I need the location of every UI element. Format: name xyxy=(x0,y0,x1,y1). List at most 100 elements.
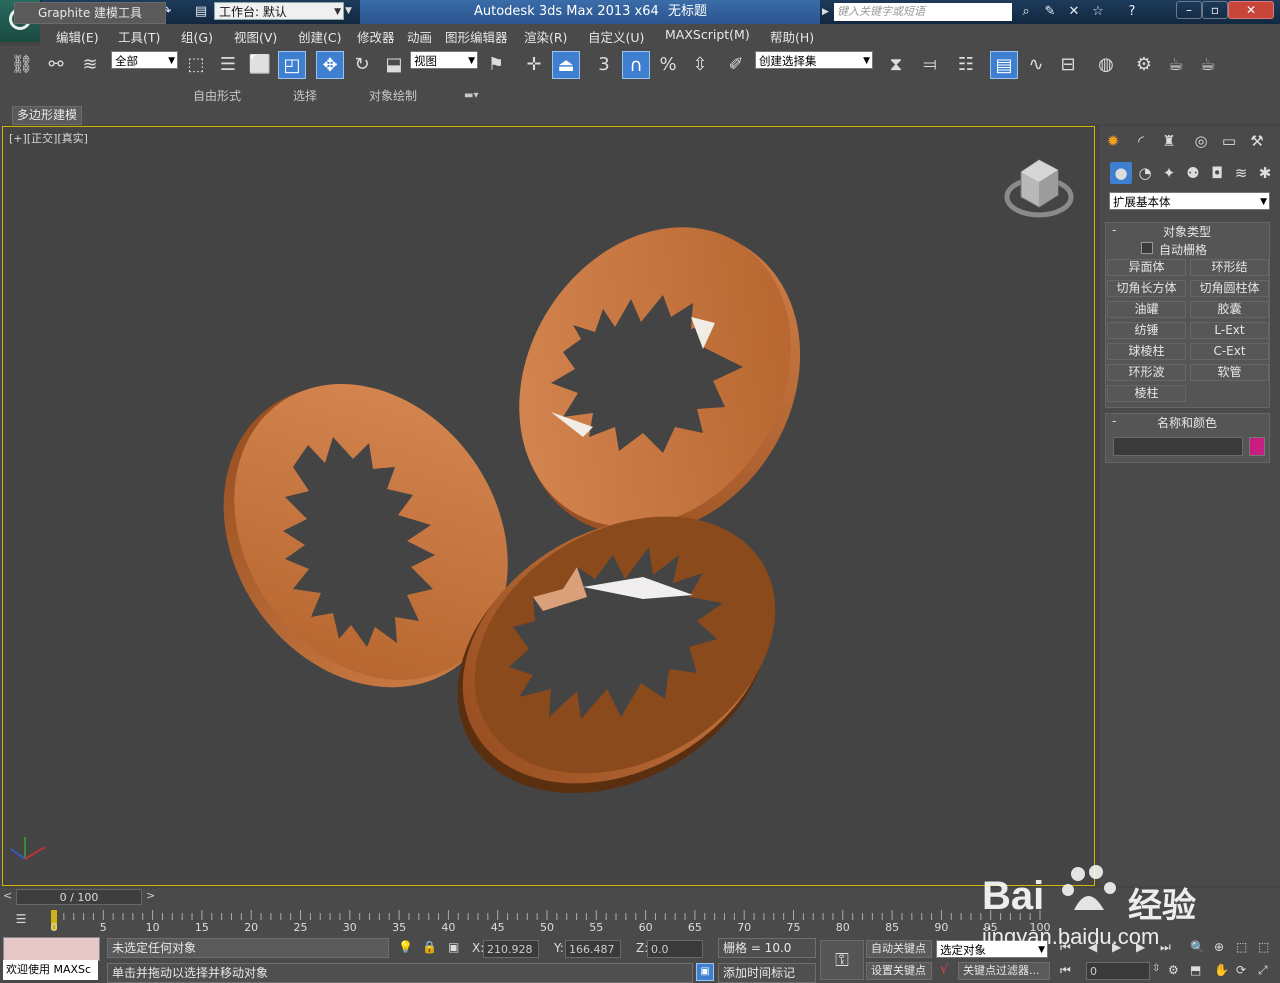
key-target-dropdown[interactable]: 选定对象 ▼ xyxy=(936,940,1048,958)
spindle-button[interactable]: 纺锤 xyxy=(1107,322,1186,339)
track-bar[interactable]: ☰ 0 5 10 15 20 25 30 35 40 45 50 55 60 65 70 75 80 85 90 95… xyxy=(0,908,1280,934)
select-scale-icon[interactable]: ⬓ xyxy=(380,51,408,79)
bind-space-warp-icon[interactable]: ≋ xyxy=(76,51,104,79)
menu-maxscript[interactable]: MAXScript(M) xyxy=(665,27,750,42)
zoom-icon[interactable]: 🔍 xyxy=(1190,940,1205,954)
ringwave-button[interactable]: 环形波 xyxy=(1107,364,1186,381)
chamfer-cyl-button[interactable]: 切角圆柱体 xyxy=(1190,280,1269,297)
hose-button[interactable]: 软管 xyxy=(1190,364,1269,381)
go-to-end-icon[interactable]: ⏭ xyxy=(1160,940,1171,955)
frame-spinner-icon[interactable]: ⇳ xyxy=(1152,963,1160,974)
polygon-modeling-panel[interactable]: 多边形建模 xyxy=(12,106,82,125)
help-icon[interactable]: ? xyxy=(1122,3,1142,21)
zoom-extents-all-icon[interactable]: ⬚ xyxy=(1258,940,1269,954)
select-by-name-icon[interactable]: ☰ xyxy=(214,51,242,79)
helpers-icon[interactable]: ◘ xyxy=(1206,162,1228,184)
graphite-toggle-icon[interactable]: ▤ xyxy=(990,51,1018,79)
absolute-mode-icon[interactable]: ▣ xyxy=(448,940,459,954)
utilities-tab-icon[interactable]: ⚒ xyxy=(1246,130,1268,152)
workspace-dropdown[interactable]: 工作台: 默认 ▼ xyxy=(214,2,344,20)
time-tag-icon[interactable]: ▣ xyxy=(696,963,714,981)
object-type-title[interactable]: 对象类型 xyxy=(1163,223,1211,240)
name-color-title[interactable]: 名称和颜色 xyxy=(1157,414,1217,431)
hierarchy-tab-icon[interactable]: ♜ xyxy=(1158,130,1180,152)
maxscript-listener-mini[interactable] xyxy=(3,937,100,961)
material-editor-icon[interactable]: ◍ xyxy=(1092,51,1120,79)
search-input[interactable]: 键入关键字或短语 xyxy=(834,3,1012,21)
project-folder-icon[interactable]: ▤ xyxy=(192,3,210,21)
isolate-selection-icon[interactable]: 💡 xyxy=(398,940,413,954)
space-warps-icon[interactable]: ≋ xyxy=(1230,162,1252,184)
orbit-icon[interactable]: ⟳ xyxy=(1236,963,1246,977)
set-key-icon[interactable]: ⚿ xyxy=(820,940,864,980)
rollout-collapse-icon[interactable]: - xyxy=(1112,223,1116,237)
cameras-icon[interactable]: ⚉ xyxy=(1182,162,1204,184)
maximize-viewport-icon[interactable]: ⤢ xyxy=(1258,963,1268,978)
systems-icon[interactable]: ✱ xyxy=(1254,162,1276,184)
auto-key-button[interactable]: 自动关键点 xyxy=(866,940,932,958)
y-coordinate-input[interactable]: 166.487 xyxy=(565,940,621,958)
angle-snap-icon[interactable]: ∩ xyxy=(622,51,650,79)
selection-filter-dropdown[interactable]: 全部 ▼ xyxy=(111,51,178,69)
minimize-button[interactable]: – xyxy=(1176,1,1202,19)
geometry-icon[interactable]: ● xyxy=(1110,162,1132,184)
edit-named-selection-icon[interactable]: ✐ xyxy=(722,51,750,79)
tab-freeform[interactable]: 自由形式 xyxy=(193,87,241,105)
prev-frame-icon[interactable]: ◀ xyxy=(1088,940,1097,954)
display-tab-icon[interactable]: ▭ xyxy=(1218,130,1240,152)
menu-graph-editors[interactable]: 图形编辑器 xyxy=(445,27,508,46)
x-coordinate-input[interactable]: 210.928 xyxy=(483,940,539,958)
menu-group[interactable]: 组(G) xyxy=(181,27,213,46)
pivot-center-icon[interactable]: ⚑ xyxy=(482,51,510,79)
maxscript-welcome[interactable]: 欢迎使用 MAXSc xyxy=(3,960,98,980)
field-of-view-icon[interactable]: ⬒ xyxy=(1190,963,1201,977)
mini-curve-editor-icon[interactable]: ☰ xyxy=(12,912,30,928)
favorites-star-icon[interactable]: ☆ xyxy=(1088,3,1108,21)
render-setup-icon[interactable]: ⚙ xyxy=(1130,51,1158,79)
rect-selection-region-icon[interactable]: ⬜ xyxy=(246,51,274,79)
unlink-icon[interactable]: ⚯ xyxy=(42,51,70,79)
align-icon[interactable]: ⫤ xyxy=(916,51,944,79)
set-key-button[interactable]: 设置关键点 xyxy=(866,962,932,980)
spinner-snap-icon[interactable]: ⇳ xyxy=(686,51,714,79)
current-frame-input[interactable]: 0 xyxy=(1086,962,1150,980)
keyboard-shortcut-override-icon[interactable]: ⏏ xyxy=(552,51,580,79)
search-expand-icon[interactable]: ▶ xyxy=(822,3,832,21)
chamfer-box-button[interactable]: 切角长方体 xyxy=(1107,280,1186,297)
time-config-icon[interactable]: ⚙ xyxy=(1168,963,1179,977)
mirror-icon[interactable]: ⧗ xyxy=(882,51,910,79)
reference-coordinate-dropdown[interactable]: 视图 ▼ xyxy=(410,51,478,69)
prism-button[interactable]: 棱柱 xyxy=(1107,385,1186,402)
window-crossing-icon[interactable]: ◰ xyxy=(278,51,306,79)
add-time-tag[interactable]: 添加时间标记 xyxy=(718,963,816,983)
play-icon[interactable]: ▶ xyxy=(1112,940,1121,954)
rollout-collapse-icon[interactable]: - xyxy=(1112,414,1116,428)
menu-view[interactable]: 视图(V) xyxy=(234,27,277,46)
menu-create[interactable]: 创建(C) xyxy=(298,27,341,46)
named-selection-set-dropdown[interactable]: 创建选择集 ▼ xyxy=(755,51,873,69)
geometry-category-dropdown[interactable]: 扩展基本体 ▼ xyxy=(1109,192,1270,210)
select-move-icon[interactable]: ✥ xyxy=(316,51,344,79)
shapes-icon[interactable]: ◔ xyxy=(1134,162,1156,184)
viewcube-icon[interactable] xyxy=(1004,159,1074,218)
maximize-button[interactable]: ▫ xyxy=(1202,1,1228,19)
layer-manager-icon[interactable]: ☷ xyxy=(952,51,980,79)
time-slider[interactable]: 0 / 100 xyxy=(16,889,142,905)
gengon-button[interactable]: 球棱柱 xyxy=(1107,343,1186,360)
menu-tools[interactable]: 工具(T) xyxy=(118,27,160,46)
quick-access-dropdown-icon[interactable]: ▼ xyxy=(345,2,357,20)
object-name-input[interactable] xyxy=(1113,437,1243,456)
next-frame-icon[interactable]: ▶ xyxy=(1136,940,1145,954)
zoom-all-icon[interactable]: ⊕ xyxy=(1214,940,1224,954)
z-coordinate-input[interactable]: 0.0 xyxy=(647,940,703,958)
selection-lock-icon[interactable]: 🔒 xyxy=(422,940,437,954)
hedra-button[interactable]: 异面体 xyxy=(1107,259,1186,276)
ribbon-options-icon[interactable]: ▬▾ xyxy=(464,87,478,105)
percent-snap-icon[interactable]: % xyxy=(654,51,682,79)
torus-knot-button[interactable]: 环形结 xyxy=(1190,259,1269,276)
menu-customize[interactable]: 自定义(U) xyxy=(588,27,644,46)
time-next-icon[interactable]: > xyxy=(146,889,155,902)
go-to-start-icon[interactable]: ⏮ xyxy=(1060,940,1071,955)
time-prev-icon[interactable]: < xyxy=(3,889,12,902)
menu-rendering[interactable]: 渲染(R) xyxy=(524,27,567,46)
